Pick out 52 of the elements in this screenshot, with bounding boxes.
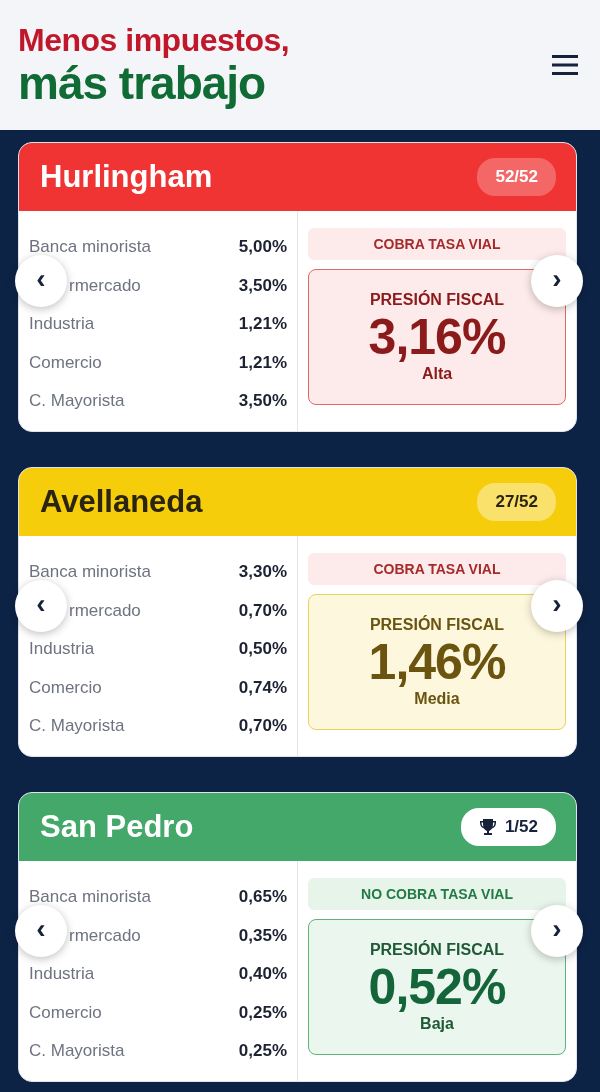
- tax-rate: 0,40%: [238, 964, 287, 985]
- tax-rate: 3,30%: [238, 562, 287, 583]
- tax-rate: 3,50%: [238, 391, 287, 412]
- rank-text: 52/52: [495, 167, 538, 187]
- pressure-level: Media: [414, 690, 460, 708]
- tax-category: Industria: [29, 314, 95, 335]
- tax-rate: 0,35%: [238, 925, 287, 946]
- pressure-value: 1,46%: [368, 634, 506, 690]
- tax-rate: 0,70%: [238, 600, 287, 621]
- pressure-value: 0,52%: [368, 959, 506, 1015]
- title-line: Menos impuestos,: [18, 22, 290, 58]
- tax-category: rmercado: [69, 925, 141, 946]
- tax-rate: 1,21%: [238, 352, 287, 373]
- tax-category: Banca minorista: [29, 562, 151, 583]
- tax-category: C. Mayorista: [29, 391, 125, 412]
- tax-category: Comercio: [29, 352, 102, 373]
- tax-category: Banca minorista: [29, 237, 151, 258]
- pressure-label: PRESIÓN FISCAL: [369, 616, 505, 634]
- rank-text: 1/52: [504, 817, 538, 837]
- city-name: San Pedro: [40, 809, 194, 845]
- title-line: más trabajo: [18, 58, 266, 108]
- tax-rate: 0,50%: [238, 639, 287, 660]
- tax-category: Comercio: [29, 1002, 102, 1023]
- pressure-level: Baja: [420, 1015, 454, 1033]
- tax-rate: 1,21%: [238, 314, 287, 335]
- pressure-level: Alta: [421, 365, 453, 383]
- trophy-icon: [478, 818, 497, 836]
- tax-category: Industria: [29, 639, 95, 660]
- road-fee-tag: COBRA TASA VIAL: [308, 228, 566, 260]
- tax-category: C. Mayorista: [29, 1041, 125, 1062]
- city-name: Hurlingham: [40, 159, 213, 195]
- tax-rate: 0,74%: [238, 677, 287, 698]
- tax-rate: 5,00%: [238, 237, 287, 258]
- pressure-label: PRESIÓN FISCAL: [369, 941, 505, 959]
- tax-rate: 0,65%: [238, 887, 287, 908]
- pressure-value: 3,16%: [368, 309, 506, 365]
- road-fee-tag: NO COBRA TASA VIAL: [308, 878, 566, 910]
- tax-rate: 3,50%: [238, 275, 287, 296]
- tax-category: Comercio: [29, 677, 102, 698]
- tax-category: rmercado: [69, 600, 141, 621]
- pressure-label: PRESIÓN FISCAL: [369, 291, 505, 309]
- tax-rate: 0,25%: [238, 1002, 287, 1023]
- tax-category: Banca minorista: [29, 887, 151, 908]
- tax-category: C. Mayorista: [29, 716, 125, 737]
- road-fee-tag: COBRA TASA VIAL: [308, 553, 566, 585]
- tax-rate: 0,70%: [238, 716, 287, 737]
- tax-category: rmercado: [69, 275, 141, 296]
- city-name: Avellaneda: [40, 484, 203, 520]
- tax-rate: 0,25%: [238, 1041, 287, 1062]
- tax-category: Industria: [29, 964, 95, 985]
- rank-text: 27/52: [495, 492, 538, 512]
- menu-icon[interactable]: [552, 54, 578, 76]
